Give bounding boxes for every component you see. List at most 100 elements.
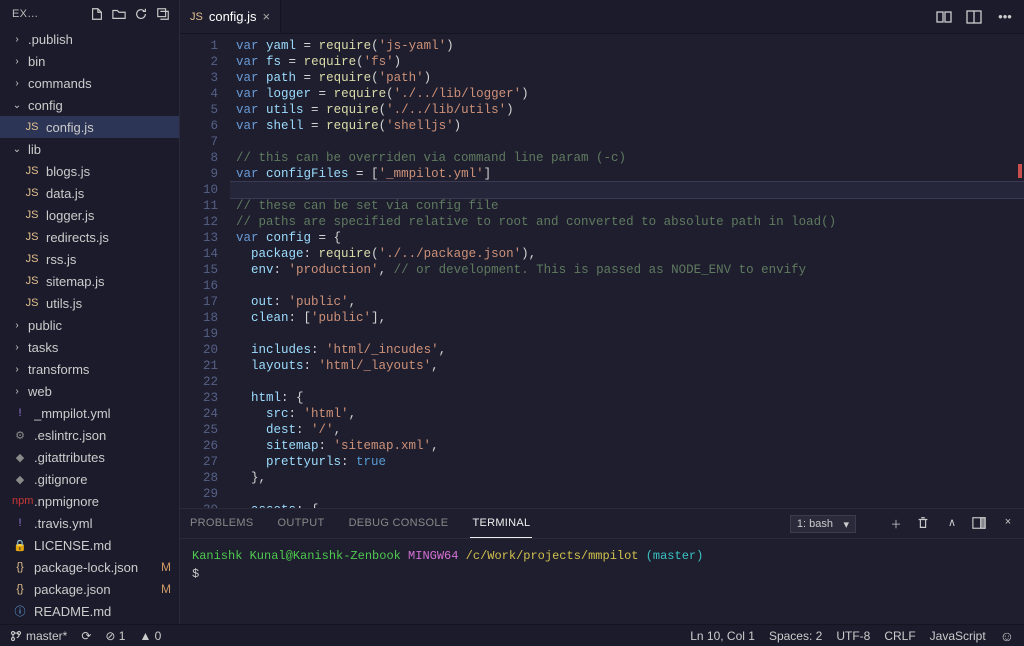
- code-line[interactable]: var config = {: [230, 230, 1024, 246]
- code-line[interactable]: [230, 278, 1024, 294]
- status-encoding[interactable]: UTF-8: [836, 629, 870, 643]
- code-line[interactable]: sitemap: 'sitemap.xml',: [230, 438, 1024, 454]
- file-sitemap-js[interactable]: JSsitemap.js: [0, 270, 179, 292]
- panel-tab-output[interactable]: OUTPUT: [276, 509, 327, 538]
- code-line[interactable]: var path = require('path'): [230, 70, 1024, 86]
- code-line[interactable]: var utils = require('./../lib/utils'): [230, 102, 1024, 118]
- close-panel-icon[interactable]: ×: [1000, 516, 1016, 532]
- code-line[interactable]: layouts: 'html/_layouts',: [230, 358, 1024, 374]
- file-data-js[interactable]: JSdata.js: [0, 182, 179, 204]
- code-line[interactable]: html: {: [230, 390, 1024, 406]
- compare-changes-icon[interactable]: [936, 9, 954, 25]
- folder-transforms[interactable]: › transforms: [0, 358, 179, 380]
- file-package-lock-json[interactable]: {}package-lock.jsonM: [0, 556, 179, 578]
- file-readme-md[interactable]: ⓘREADME.md: [0, 600, 179, 622]
- tree-item-label: .eslintrc.json: [34, 428, 171, 443]
- folder-config[interactable]: ⌄config: [0, 94, 179, 116]
- code-line[interactable]: // paths are specified relative to root …: [230, 214, 1024, 230]
- file-blogs-js[interactable]: JSblogs.js: [0, 160, 179, 182]
- file-rss-js[interactable]: JSrss.js: [0, 248, 179, 270]
- tab-config-js[interactable]: JS config.js ×: [180, 0, 281, 33]
- explorer-header: EX…: [0, 0, 179, 28]
- new-file-icon[interactable]: [89, 6, 105, 22]
- code-line[interactable]: var yaml = require('js-yaml'): [230, 38, 1024, 54]
- code-content[interactable]: var yaml = require('js-yaml')var fs = re…: [230, 34, 1024, 508]
- file-tree[interactable]: ›.publish›bin›commands⌄configJSconfig.js…: [0, 28, 179, 624]
- status-errors[interactable]: ⊘ 1: [105, 629, 125, 643]
- code-line[interactable]: var configFiles = ['_mmpilot.yml']: [230, 166, 1024, 182]
- file-license-md[interactable]: 🔒LICENSE.md: [0, 534, 179, 556]
- chevron-icon: ›: [12, 364, 22, 375]
- line-gutter: 1234567891011121314151617181920212223242…: [180, 34, 230, 508]
- code-line[interactable]: },: [230, 470, 1024, 486]
- status-branch[interactable]: master*: [10, 629, 67, 643]
- status-sync[interactable]: ⟳: [81, 629, 91, 643]
- feedback-icon[interactable]: ☺: [1000, 628, 1014, 644]
- refresh-icon[interactable]: [133, 6, 149, 22]
- split-editor-icon[interactable]: [966, 9, 984, 25]
- status-warnings[interactable]: ▲ 0: [139, 629, 161, 643]
- code-line[interactable]: [230, 182, 1024, 198]
- code-line[interactable]: assets: {: [230, 502, 1024, 508]
- folder-web[interactable]: ›web: [0, 380, 179, 402]
- tree-item-label: blogs.js: [46, 164, 171, 179]
- code-line[interactable]: var shell = require('shelljs'): [230, 118, 1024, 134]
- code-line[interactable]: out: 'public',: [230, 294, 1024, 310]
- panel-tab-terminal[interactable]: TERMINAL: [470, 509, 532, 538]
- status-lncol[interactable]: Ln 10, Col 1: [690, 629, 755, 643]
- toggle-panel-icon[interactable]: [972, 516, 988, 532]
- file--gitignore[interactable]: ◆.gitignore: [0, 468, 179, 490]
- chevron-icon: ›: [12, 78, 22, 89]
- panel-tab-problems[interactable]: PROBLEMS: [188, 509, 256, 538]
- file-utils-js[interactable]: JSutils.js: [0, 292, 179, 314]
- collapse-all-icon[interactable]: [155, 6, 171, 22]
- folder-commands[interactable]: ›commands: [0, 72, 179, 94]
- file--mmpilot-yml[interactable]: !_mmpilot.yml: [0, 402, 179, 424]
- code-line[interactable]: [230, 486, 1024, 502]
- kill-terminal-icon[interactable]: [916, 516, 932, 532]
- code-line[interactable]: // this can be overriden via command lin…: [230, 150, 1024, 166]
- tree-item-label: bin: [28, 54, 171, 69]
- terminal[interactable]: Kanishk Kunal@Kanishk-Zenbook MINGW64 /c…: [180, 539, 1024, 624]
- file--travis-yml[interactable]: !.travis.yml: [0, 512, 179, 534]
- panel-tab-debug-console[interactable]: DEBUG CONSOLE: [347, 509, 451, 538]
- file-config-js[interactable]: JSconfig.js: [0, 116, 179, 138]
- folder--publish[interactable]: ›.publish: [0, 28, 179, 50]
- folder-public[interactable]: ›public: [0, 314, 179, 336]
- status-language[interactable]: JavaScript: [930, 629, 986, 643]
- close-tab-icon[interactable]: ×: [263, 9, 271, 24]
- code-line[interactable]: // these can be set via config file: [230, 198, 1024, 214]
- folder-tasks[interactable]: ›tasks: [0, 336, 179, 358]
- code-line[interactable]: includes: 'html/_incudes',: [230, 342, 1024, 358]
- folder-bin[interactable]: ›bin: [0, 50, 179, 72]
- maximize-panel-icon[interactable]: ∧: [944, 516, 960, 532]
- new-folder-icon[interactable]: [111, 6, 127, 22]
- code-editor[interactable]: 1234567891011121314151617181920212223242…: [180, 34, 1024, 508]
- tree-item-label: lib: [28, 142, 171, 157]
- file--npmignore[interactable]: npm.npmignore: [0, 490, 179, 512]
- code-line[interactable]: package: require('./../package.json'),: [230, 246, 1024, 262]
- code-line[interactable]: clean: ['public'],: [230, 310, 1024, 326]
- tree-item-label: transforms: [28, 362, 171, 377]
- code-line[interactable]: src: 'html',: [230, 406, 1024, 422]
- file--eslintrc-json[interactable]: ⚙.eslintrc.json: [0, 424, 179, 446]
- code-line[interactable]: var fs = require('fs'): [230, 54, 1024, 70]
- code-line[interactable]: var logger = require('./../lib/logger'): [230, 86, 1024, 102]
- more-actions-icon[interactable]: •••: [996, 9, 1014, 25]
- file--gitattributes[interactable]: ◆.gitattributes: [0, 446, 179, 468]
- code-line[interactable]: env: 'production', // or development. Th…: [230, 262, 1024, 278]
- code-line[interactable]: [230, 134, 1024, 150]
- status-eol[interactable]: CRLF: [884, 629, 915, 643]
- new-terminal-icon[interactable]: ＋: [888, 516, 904, 532]
- code-line[interactable]: prettyurls: true: [230, 454, 1024, 470]
- code-line[interactable]: dest: '/',: [230, 422, 1024, 438]
- file-package-json[interactable]: {}package.jsonM: [0, 578, 179, 600]
- folder-lib[interactable]: ⌄lib: [0, 138, 179, 160]
- terminal-shell-select[interactable]: 1: bash ▾: [790, 515, 856, 533]
- code-line[interactable]: [230, 374, 1024, 390]
- code-line[interactable]: [230, 326, 1024, 342]
- file-redirects-js[interactable]: JSredirects.js: [0, 226, 179, 248]
- status-spaces[interactable]: Spaces: 2: [769, 629, 822, 643]
- file-logger-js[interactable]: JSlogger.js: [0, 204, 179, 226]
- modified-badge: M: [161, 582, 171, 596]
